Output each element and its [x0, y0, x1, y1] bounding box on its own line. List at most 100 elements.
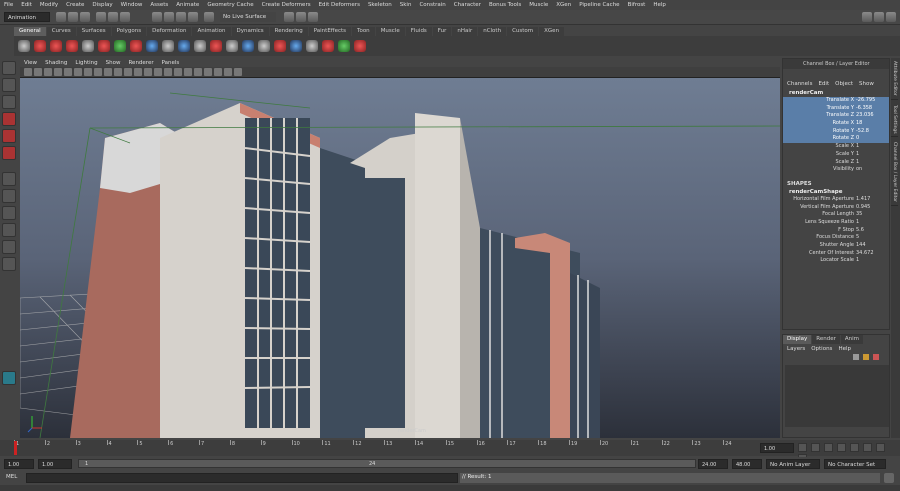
shelf-tab-toon[interactable]: Toon	[352, 27, 375, 36]
side-tab[interactable]: Tool Settings	[891, 102, 898, 138]
menu-edit-deformers[interactable]: Edit Deformers	[319, 2, 360, 8]
attribute-value[interactable]: 5	[856, 234, 889, 242]
layer-tab-display[interactable]: Display	[783, 335, 812, 344]
attribute-row[interactable]: Focus Distance 5	[783, 234, 889, 242]
shelf-tool-icon[interactable]	[306, 40, 318, 52]
xray-joints-icon[interactable]	[194, 68, 202, 76]
attribute-row[interactable]: Scale Z1	[783, 159, 889, 167]
menu-character[interactable]: Character	[454, 2, 481, 8]
channel-menu-channels[interactable]: Channels	[787, 81, 812, 87]
menu-edit[interactable]: Edit	[21, 2, 32, 8]
attribute-row[interactable]: Rotate X 18	[783, 120, 889, 128]
toggle-panel-icon[interactable]	[874, 12, 884, 22]
viewport-menu-lighting[interactable]: Lighting	[75, 60, 97, 66]
command-input[interactable]	[26, 473, 458, 483]
attribute-value[interactable]: 34.672	[856, 250, 889, 258]
menu-animate[interactable]: Animate	[176, 2, 199, 8]
attribute-value[interactable]: -52.8	[856, 128, 889, 136]
node-name[interactable]: renderCam	[783, 89, 889, 97]
shelf-tool-icon[interactable]	[194, 40, 206, 52]
shelf-tool-icon[interactable]	[146, 40, 158, 52]
paint-select-tool-icon[interactable]	[2, 95, 16, 109]
step-forward-key-icon[interactable]	[875, 443, 885, 452]
shelf-tab-nhair[interactable]: nHair	[452, 27, 478, 36]
menu-modify[interactable]: Modify	[40, 2, 58, 8]
attribute-row[interactable]: Locator Scale 1	[783, 257, 889, 265]
attribute-value[interactable]: 5.6	[856, 227, 889, 235]
attribute-value[interactable]: 1	[856, 151, 889, 159]
shelf-tool-icon[interactable]	[226, 40, 238, 52]
viewport-menu-show[interactable]: Show	[106, 60, 121, 66]
shelf-tool-icon[interactable]	[130, 40, 142, 52]
attribute-row[interactable]: Translate Y -6.358	[783, 104, 889, 113]
open-scene-icon[interactable]	[68, 12, 78, 22]
select-component-icon[interactable]	[120, 12, 130, 22]
attribute-row[interactable]: Scale X1	[783, 143, 889, 151]
hotbox-icon[interactable]	[2, 371, 16, 385]
layer-menu-options[interactable]: Options	[811, 346, 832, 352]
film-gate-icon[interactable]	[74, 68, 82, 76]
menu-file[interactable]: File	[4, 2, 13, 8]
step-back-frame-icon[interactable]	[823, 443, 833, 452]
attribute-value[interactable]: -26.795	[856, 97, 889, 105]
shelf-tool-icon[interactable]	[322, 40, 334, 52]
resolution-gate-icon[interactable]	[84, 68, 92, 76]
attribute-value[interactable]: 1.417	[856, 196, 889, 204]
shelf-tool-icon[interactable]	[162, 40, 174, 52]
shelf-tool-icon[interactable]	[354, 40, 366, 52]
attribute-row[interactable]: Shutter Angle 144	[783, 242, 889, 250]
menu-constrain[interactable]: Constrain	[419, 2, 445, 8]
shelf-tab-curves[interactable]: Curves	[46, 27, 76, 36]
playback-end-field[interactable]: 24.00	[698, 459, 728, 469]
select-object-icon[interactable]	[108, 12, 118, 22]
attribute-value[interactable]: 1	[856, 159, 889, 167]
smooth-shade-icon[interactable]	[134, 68, 142, 76]
attribute-row[interactable]: Rotate Y -52.8	[783, 127, 889, 136]
snap-curve-icon[interactable]	[164, 12, 174, 22]
select-camera-icon[interactable]	[24, 68, 32, 76]
ipr-render-icon[interactable]	[296, 12, 306, 22]
shelf-tool-icon[interactable]	[50, 40, 62, 52]
rotate-tool-icon[interactable]	[2, 129, 16, 143]
shelf-tool-icon[interactable]	[66, 40, 78, 52]
menu-bonus-tools[interactable]: Bonus Tools	[489, 2, 521, 8]
menu-skeleton[interactable]: Skeleton	[368, 2, 392, 8]
shelf-tool-icon[interactable]	[338, 40, 350, 52]
mel-label[interactable]: MEL	[6, 474, 17, 480]
viewport-menu-renderer[interactable]: Renderer	[128, 60, 153, 66]
shelf-tab-animation[interactable]: Animation	[192, 27, 231, 36]
layer-list[interactable]	[785, 365, 889, 427]
shelf-tab-deformation[interactable]: Deformation	[147, 27, 192, 36]
shelf-tab-dynamics[interactable]: Dynamics	[231, 27, 269, 36]
make-live-icon[interactable]	[204, 12, 214, 22]
menu-help[interactable]: Help	[653, 2, 666, 8]
attribute-value[interactable]: 0	[856, 135, 889, 143]
select-hierarchy-icon[interactable]	[96, 12, 106, 22]
attribute-row[interactable]: Lens Squeeze Ratio 1	[783, 219, 889, 227]
attribute-row[interactable]: Center Of Interest 34.672	[783, 250, 889, 258]
anti-alias-icon[interactable]	[224, 68, 232, 76]
shelf-tool-icon[interactable]	[18, 40, 30, 52]
shelf-tab-muscle[interactable]: Muscle	[375, 27, 405, 36]
shelf-tool-icon[interactable]	[34, 40, 46, 52]
textured-icon[interactable]	[154, 68, 162, 76]
menu-assets[interactable]: Assets	[150, 2, 168, 8]
shape-node-name[interactable]: renderCamShape	[783, 188, 889, 196]
shelf-tool-icon[interactable]	[242, 40, 254, 52]
channel-menu-object[interactable]: Object	[835, 81, 853, 87]
shelf-tool-icon[interactable]	[114, 40, 126, 52]
shelf-tab-rendering[interactable]: Rendering	[269, 27, 308, 36]
attribute-row[interactable]: Translate X -26.795	[783, 97, 889, 105]
gate-mask-icon[interactable]	[94, 68, 102, 76]
menu-muscle[interactable]: Muscle	[529, 2, 548, 8]
save-scene-icon[interactable]	[80, 12, 90, 22]
layer-tab-anim[interactable]: Anim	[840, 335, 864, 344]
anim-layer-dropdown[interactable]: No Anim Layer	[766, 459, 820, 469]
shelf-tool-icon[interactable]	[82, 40, 94, 52]
shelf-tool-icon[interactable]	[258, 40, 270, 52]
depth-of-field-icon[interactable]	[234, 68, 242, 76]
script-editor-icon[interactable]	[884, 473, 894, 483]
perspective-viewport[interactable]	[20, 78, 780, 438]
start-time-field[interactable]: 1.00	[4, 459, 34, 469]
wireframe-icon[interactable]	[124, 68, 132, 76]
